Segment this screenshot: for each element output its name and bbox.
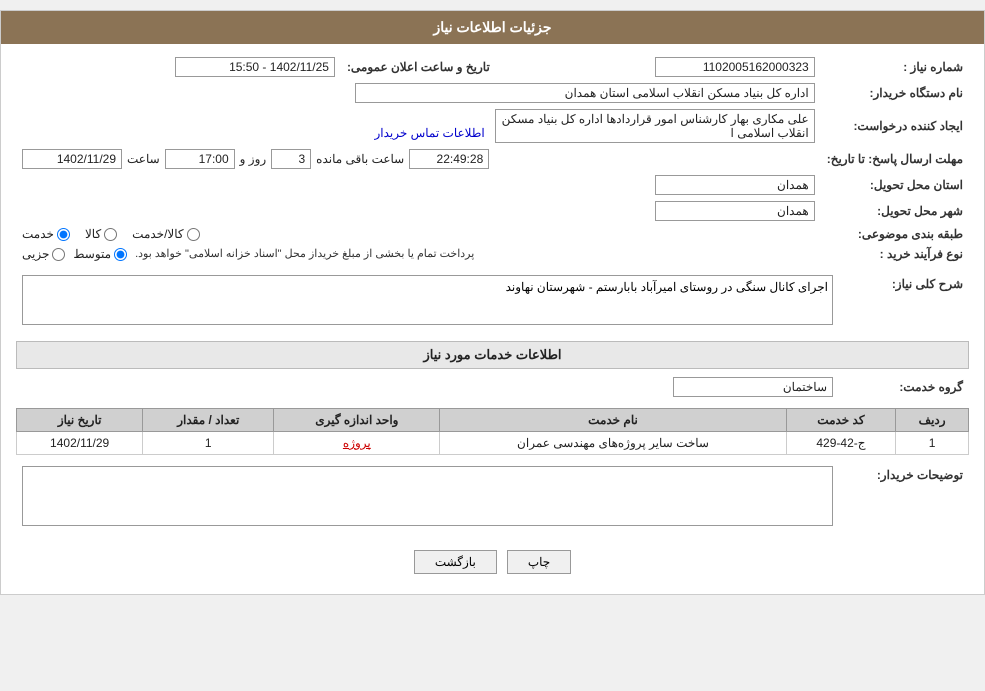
category-both-label: کالا/خدمت — [132, 227, 183, 241]
buyer-desc-cell — [16, 463, 839, 532]
purchase-medium-label: متوسط — [73, 247, 111, 261]
category-row: خدمت کالا کالا/خدمت — [16, 224, 821, 244]
deadline-remaining-label: ساعت باقی مانده — [316, 152, 404, 166]
service-date-cell: 1402/11/29 — [17, 432, 143, 455]
need-number-input: 1102005162000323 — [655, 57, 815, 77]
col-header-date: تاریخ نیاز — [17, 409, 143, 432]
requester-value-cell: علی مکاری بهار کارشناس امور قراردادها اد… — [16, 106, 821, 146]
service-name-cell: ساخت سایر پروژه‌های مهندسی عمران — [440, 432, 786, 455]
need-desc-label: شرح کلی نیاز: — [839, 272, 969, 333]
deadline-date-input: 1402/11/29 — [22, 149, 122, 169]
purchase-partial-radio[interactable] — [52, 248, 65, 261]
category-goods-radio[interactable] — [104, 228, 117, 241]
need-desc-cell — [16, 272, 839, 333]
deadline-days-input: 3 — [271, 149, 311, 169]
requester-input: علی مکاری بهار کارشناس امور قراردادها اد… — [495, 109, 815, 143]
city-label: شهر محل تحویل: — [821, 198, 969, 224]
deadline-time-label: ساعت — [127, 152, 160, 166]
service-code-cell: ج-42-429 — [786, 432, 896, 455]
city-input: همدان — [655, 201, 815, 221]
col-header-unit: واحد اندازه گیری — [274, 409, 440, 432]
purchase-type-option-partial: جزیی — [22, 247, 65, 261]
content-area: شماره نیاز : 1102005162000323 تاریخ و سا… — [1, 44, 984, 594]
purchase-type-row: جزیی متوسط پرداخت تمام یا بخشی از مبلغ خ… — [16, 244, 821, 264]
col-header-code: کد خدمت — [786, 409, 896, 432]
province-input: همدان — [655, 175, 815, 195]
category-option-service: خدمت — [22, 227, 70, 241]
buyer-org-value-cell: اداره کل بنیاد مسکن انقلاب اسلامی استان … — [16, 80, 821, 106]
services-table: ردیف کد خدمت نام خدمت واحد اندازه گیری ت… — [16, 408, 969, 455]
announcement-value-cell: 1402/11/25 - 15:50 — [16, 54, 341, 80]
purchase-type-label: نوع فرآیند خرید : — [821, 244, 969, 264]
requester-label: ایجاد کننده درخواست: — [821, 106, 969, 146]
category-goods-label: کالا — [85, 227, 101, 241]
purchase-type-option-medium: متوسط — [73, 247, 127, 261]
purchase-partial-label: جزیی — [22, 247, 49, 261]
service-group-table: گروه خدمت: ساختمان — [16, 374, 969, 400]
announcement-label: تاریخ و ساعت اعلان عمومی: — [341, 54, 496, 80]
table-row: 1ج-42-429ساخت سایر پروژه‌های مهندسی عمرا… — [17, 432, 969, 455]
announcement-input: 1402/11/25 - 15:50 — [175, 57, 335, 77]
page-title: جزئیات اطلاعات نیاز — [1, 11, 984, 44]
deadline-time-input: 17:00 — [165, 149, 235, 169]
service-quantity-cell: 1 — [143, 432, 274, 455]
need-number-value: 1102005162000323 — [496, 54, 821, 80]
category-both-radio[interactable] — [187, 228, 200, 241]
back-button[interactable]: بازگشت — [414, 550, 497, 574]
need-desc-textarea[interactable] — [22, 275, 833, 325]
buyer-org-label: نام دستگاه خریدار: — [821, 80, 969, 106]
buyer-desc-label: توضیحات خریدار: — [839, 463, 969, 532]
deadline-row: 1402/11/29 ساعت 17:00 روز و 3 ساعت باقی … — [16, 146, 821, 172]
need-desc-table: شرح کلی نیاز: — [16, 272, 969, 333]
category-option-goods: کالا — [85, 227, 117, 241]
service-group-label: گروه خدمت: — [839, 374, 969, 400]
deadline-day-label: روز و — [240, 152, 267, 166]
category-option-both: کالا/خدمت — [132, 227, 199, 241]
service-group-input: ساختمان — [673, 377, 833, 397]
requester-contact-link[interactable]: اطلاعات تماس خریدار — [374, 126, 484, 140]
deadline-label: مهلت ارسال پاسخ: تا تاریخ: — [821, 146, 969, 172]
need-number-label: شماره نیاز : — [821, 54, 969, 80]
category-service-radio[interactable] — [57, 228, 70, 241]
main-container: جزئیات اطلاعات نیاز شماره نیاز : 1102005… — [0, 10, 985, 595]
category-service-label: خدمت — [22, 227, 54, 241]
service-group-value-cell: ساختمان — [16, 374, 839, 400]
category-label: طبقه بندی موضوعی: — [821, 224, 969, 244]
buyer-desc-table: توضیحات خریدار: — [16, 463, 969, 532]
deadline-remaining-input: 22:49:28 — [409, 149, 489, 169]
buyer-desc-textarea[interactable] — [22, 466, 833, 526]
service-row-cell: 1 — [896, 432, 969, 455]
print-button[interactable]: چاپ — [507, 550, 571, 574]
col-header-name: نام خدمت — [440, 409, 786, 432]
info-table: شماره نیاز : 1102005162000323 تاریخ و سا… — [16, 54, 969, 264]
col-header-qty: تعداد / مقدار — [143, 409, 274, 432]
buyer-org-input: اداره کل بنیاد مسکن انقلاب اسلامی استان … — [355, 83, 815, 103]
purchase-medium-radio[interactable] — [114, 248, 127, 261]
province-value-cell: همدان — [16, 172, 821, 198]
buttons-row: چاپ بازگشت — [16, 540, 969, 584]
service-unit-cell: پروژه — [274, 432, 440, 455]
purchase-type-notice: پرداخت تمام یا بخشی از مبلغ خریداز محل "… — [135, 247, 474, 260]
services-section-header: اطلاعات خدمات مورد نیاز — [16, 341, 969, 369]
province-label: استان محل تحویل: — [821, 172, 969, 198]
col-header-row: ردیف — [896, 409, 969, 432]
city-value-cell: همدان — [16, 198, 821, 224]
